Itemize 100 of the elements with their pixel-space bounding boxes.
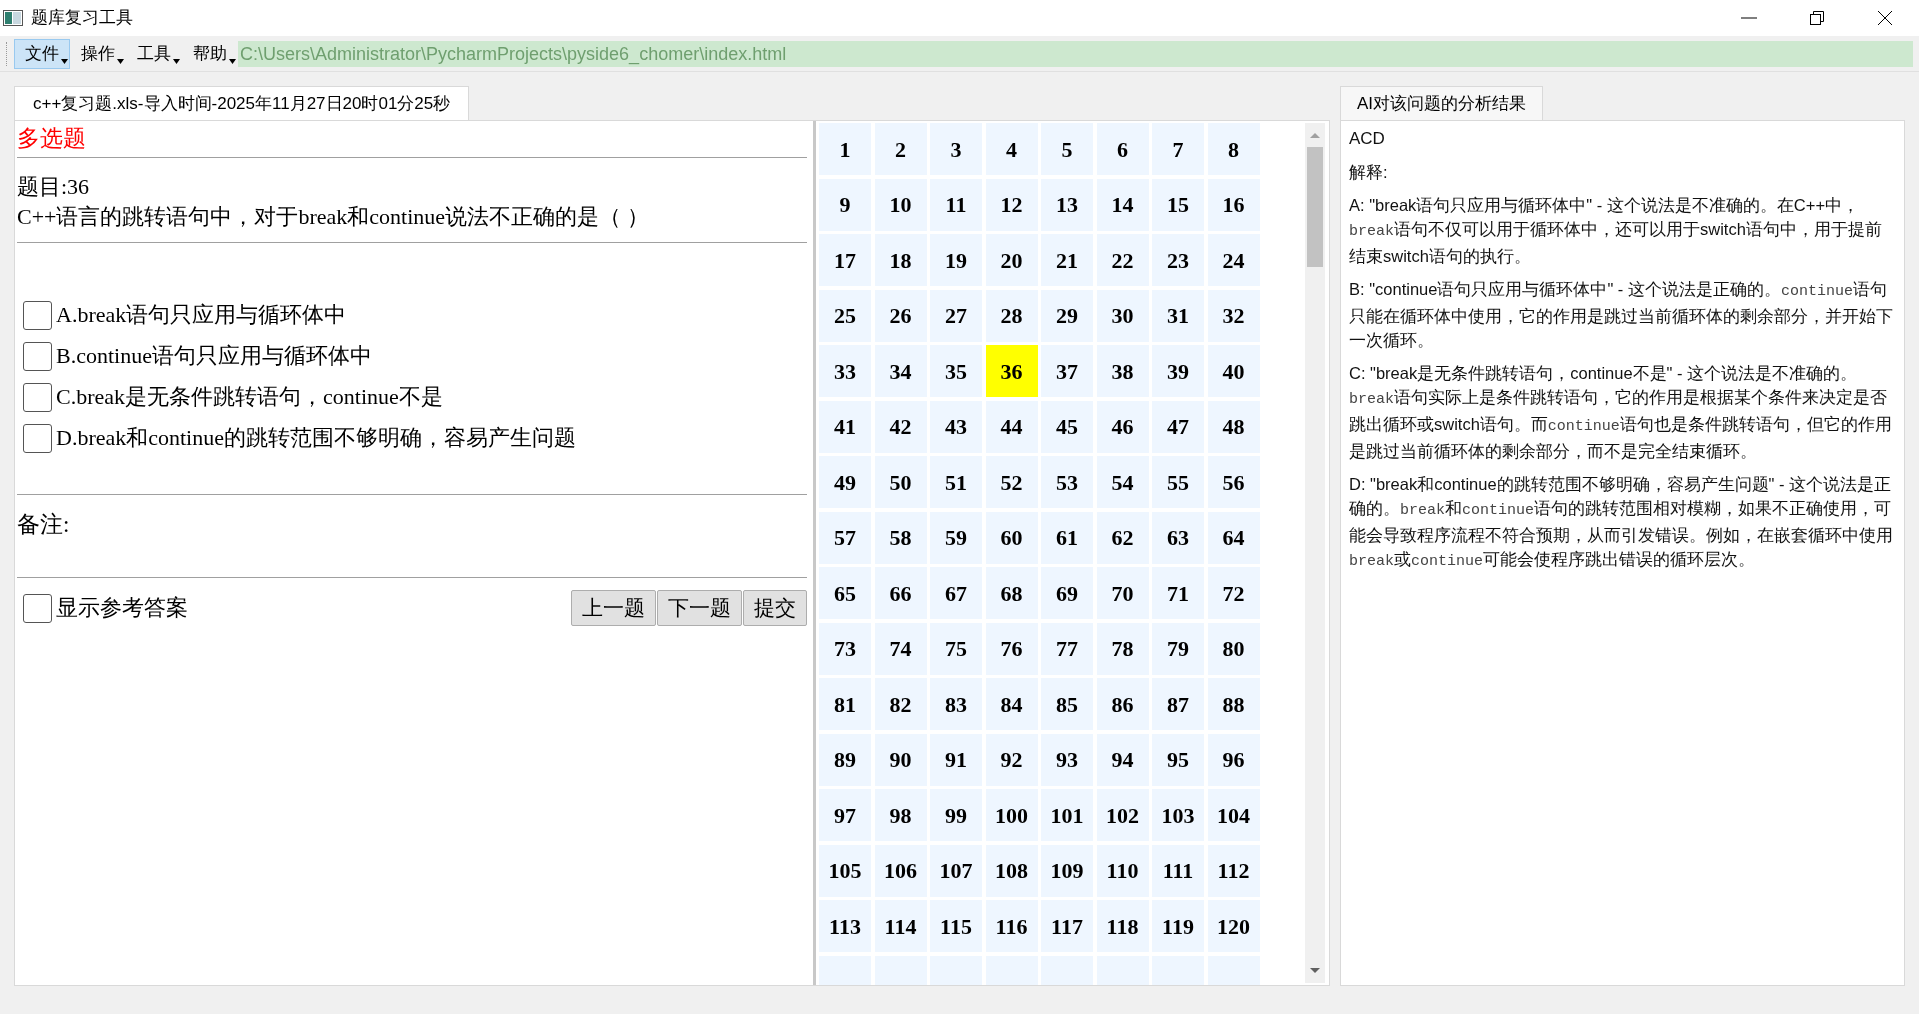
question-number-button[interactable]: 85 xyxy=(1041,678,1093,730)
question-number-button[interactable]: 117 xyxy=(1041,900,1093,952)
question-number-button[interactable]: 49 xyxy=(819,456,871,508)
question-number-button[interactable]: 91 xyxy=(930,733,982,786)
question-number-button[interactable]: 110 xyxy=(1096,844,1149,897)
question-number-button[interactable]: 72 xyxy=(1207,567,1260,619)
option-label[interactable]: C.break是无条件跳转语句，continue不是 xyxy=(56,381,443,413)
question-number-button[interactable]: 75 xyxy=(930,622,982,675)
question-number-button[interactable]: 16 xyxy=(1207,178,1260,231)
question-number-button[interactable]: 35 xyxy=(930,345,982,397)
question-number-button[interactable]: 54 xyxy=(1096,456,1149,508)
question-number-button[interactable]: 77 xyxy=(1041,622,1093,675)
checkbox[interactable] xyxy=(23,341,52,371)
option-label[interactable]: D.break和continue的跳转范围不够明确，容易产生问题 xyxy=(56,422,576,454)
question-number-button[interactable]: 66 xyxy=(874,567,927,619)
question-number-button[interactable]: 100 xyxy=(985,789,1038,841)
question-number-button[interactable]: 88 xyxy=(1207,678,1260,730)
question-number-button[interactable]: 50 xyxy=(874,456,927,508)
question-number-button[interactable]: 6 xyxy=(1096,123,1149,175)
submit-button[interactable]: 提交 xyxy=(743,590,807,626)
question-number-button[interactable]: 3 xyxy=(930,123,982,175)
show-answer-label[interactable]: 显示参考答案 xyxy=(56,592,188,624)
question-number-button[interactable]: 43 xyxy=(930,400,982,453)
question-number-button[interactable]: 114 xyxy=(874,900,927,952)
question-number-button[interactable]: 84 xyxy=(985,678,1038,730)
question-number-button[interactable]: 67 xyxy=(930,567,982,619)
question-number-button[interactable]: 36 xyxy=(985,345,1038,397)
question-number-button[interactable]: 94 xyxy=(1096,733,1149,786)
question-number-button[interactable]: 28 xyxy=(985,289,1038,342)
option-label[interactable]: B.continue语句只应用与循环体中 xyxy=(56,340,372,372)
question-number-button[interactable]: 39 xyxy=(1152,345,1204,397)
question-number-button[interactable]: 24 xyxy=(1207,234,1260,286)
question-number-button[interactable]: 95 xyxy=(1152,733,1204,786)
question-number-button[interactable]: 76 xyxy=(985,622,1038,675)
checkbox[interactable] xyxy=(23,423,52,453)
analysis-tab[interactable]: AI对该问题的分析结果 xyxy=(1340,86,1544,120)
question-number-button[interactable]: 23 xyxy=(1152,234,1204,286)
scroll-down-icon[interactable] xyxy=(1309,967,1321,975)
question-number-button[interactable]: 102 xyxy=(1096,789,1149,841)
question-number-button[interactable]: 37 xyxy=(1041,345,1093,397)
question-number-button[interactable]: 9 xyxy=(819,178,871,231)
question-number-button[interactable]: 68 xyxy=(985,567,1038,619)
question-number-button[interactable]: 105 xyxy=(819,844,871,897)
question-number-button[interactable]: 31 xyxy=(1152,289,1204,342)
question-number-button[interactable]: 40 xyxy=(1207,345,1260,397)
question-number-button[interactable]: 57 xyxy=(819,511,871,564)
question-number-button[interactable]: 90 xyxy=(874,733,927,786)
question-bank-tab[interactable]: c++复习题.xls-导入时间-2025年11月27日20时01分25秒 xyxy=(14,86,470,120)
question-number-button[interactable]: 108 xyxy=(985,844,1038,897)
question-number-button[interactable]: 14 xyxy=(1096,178,1149,231)
question-number-button[interactable]: 112 xyxy=(1207,844,1260,897)
question-number-button[interactable]: 5 xyxy=(1041,123,1093,175)
question-number-button[interactable]: 92 xyxy=(985,733,1038,786)
question-number-button[interactable]: 61 xyxy=(1041,511,1093,564)
question-number-button[interactable]: 71 xyxy=(1152,567,1204,619)
question-number-button[interactable]: 73 xyxy=(819,622,871,675)
question-number-button[interactable]: 113 xyxy=(819,900,871,952)
question-number-button[interactable]: 17 xyxy=(819,234,871,286)
question-number-button[interactable]: 89 xyxy=(819,733,871,786)
question-number-button[interactable]: 65 xyxy=(819,567,871,619)
question-number-button[interactable]: 116 xyxy=(985,900,1038,952)
question-number-button[interactable]: 15 xyxy=(1152,178,1204,231)
question-number-button[interactable]: 22 xyxy=(1096,234,1149,286)
checkbox[interactable] xyxy=(23,300,52,330)
question-number-button[interactable]: 55 xyxy=(1152,456,1204,508)
question-number-button[interactable]: 97 xyxy=(819,789,871,841)
question-number-button[interactable]: 79 xyxy=(1152,622,1204,675)
checkbox[interactable] xyxy=(23,382,52,412)
question-number-button[interactable]: 69 xyxy=(1041,567,1093,619)
question-number-button[interactable]: 63 xyxy=(1152,511,1204,564)
question-number-button[interactable]: 58 xyxy=(874,511,927,564)
question-number-button[interactable]: 12 xyxy=(985,178,1038,231)
question-number-button[interactable]: 29 xyxy=(1041,289,1093,342)
question-number-button[interactable]: 119 xyxy=(1152,900,1204,952)
question-number-button[interactable]: 82 xyxy=(874,678,927,730)
question-number-button[interactable]: 99 xyxy=(930,789,982,841)
question-number-button[interactable]: 32 xyxy=(1207,289,1260,342)
question-number-button[interactable]: 7 xyxy=(1152,123,1204,175)
question-number-button[interactable]: 25 xyxy=(819,289,871,342)
question-number-button[interactable]: 107 xyxy=(930,844,982,897)
question-number-button[interactable]: 93 xyxy=(1041,733,1093,786)
next-button[interactable]: 下一题 xyxy=(657,590,742,626)
question-number-button[interactable]: 106 xyxy=(874,844,927,897)
question-number-button[interactable]: 98 xyxy=(874,789,927,841)
question-number-button[interactable]: 18 xyxy=(874,234,927,286)
question-number-button[interactable]: 47 xyxy=(1152,400,1204,453)
question-number-button[interactable]: 44 xyxy=(985,400,1038,453)
question-number-button[interactable]: 41 xyxy=(819,400,871,453)
question-number-button[interactable]: 120 xyxy=(1207,900,1260,952)
question-number-button[interactable]: 20 xyxy=(985,234,1038,286)
question-number-button[interactable]: 38 xyxy=(1096,345,1149,397)
question-number-button[interactable]: 11 xyxy=(930,178,982,231)
question-number-button[interactable]: 111 xyxy=(1152,844,1204,897)
menu-item[interactable]: 工具 xyxy=(126,38,182,69)
question-number-button[interactable]: 33 xyxy=(819,345,871,397)
question-number-button[interactable]: 87 xyxy=(1152,678,1204,730)
question-number-button[interactable]: 45 xyxy=(1041,400,1093,453)
question-number-button[interactable]: 83 xyxy=(930,678,982,730)
question-number-button[interactable]: 86 xyxy=(1096,678,1149,730)
question-number-button[interactable]: 21 xyxy=(1041,234,1093,286)
